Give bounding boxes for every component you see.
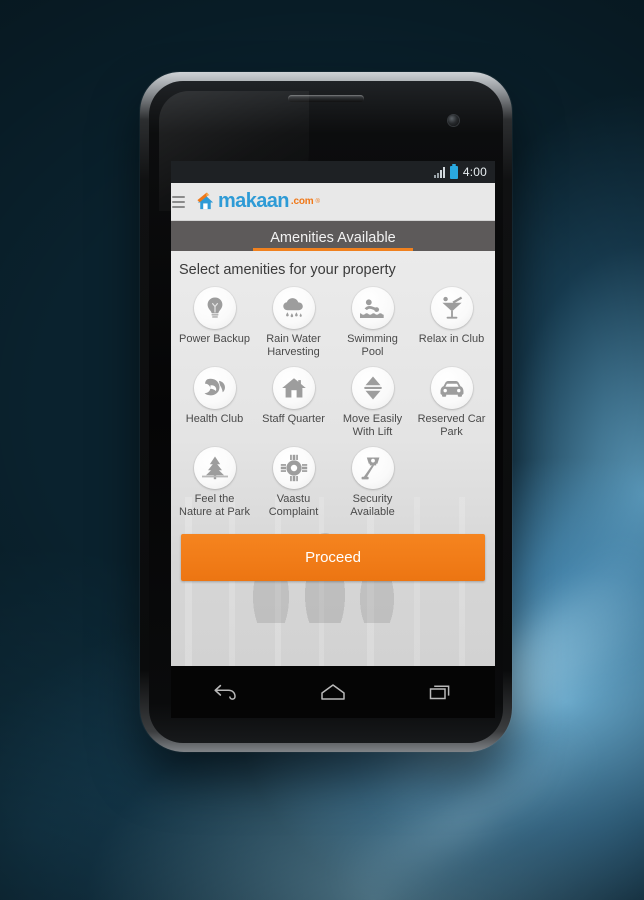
android-navigation-bar [171, 666, 495, 718]
makaan-logo-text: makaan [218, 190, 290, 212]
amenity-feel-the-nature-at-park[interactable]: Feel the Nature at Park [175, 447, 254, 518]
rain-cloud-icon [282, 298, 303, 318]
house-icon [281, 378, 306, 398]
section-heading: Select amenities for your property [179, 262, 396, 278]
android-recents-icon [429, 685, 450, 700]
android-recents-button[interactable] [418, 677, 464, 707]
phone-screen: 4:00 makaan .com ® Amenities Available S… [171, 161, 495, 666]
android-home-icon [321, 684, 345, 700]
android-back-button[interactable] [202, 677, 248, 707]
front-camera-icon [448, 115, 459, 126]
amenity-rain-water-harvesting[interactable]: Rain Water Harvesting [254, 287, 333, 358]
android-home-button[interactable] [310, 677, 356, 707]
swimmer-icon [359, 299, 384, 318]
amenity-icon-circle [272, 447, 315, 490]
amenity-icon-circle [193, 367, 236, 410]
amenity-staff-quarter[interactable]: Staff Quarter [254, 367, 333, 438]
makaan-logo[interactable]: makaan .com ® [195, 190, 320, 213]
amenities-content: Select amenities for your property Power… [171, 251, 495, 666]
amenity-icon-circle [351, 447, 394, 490]
amenity-health-club[interactable]: Health Club [175, 367, 254, 438]
amenity-power-backup[interactable]: Power Backup [175, 287, 254, 358]
battery-icon [449, 163, 458, 179]
signal-bars-icon [433, 166, 445, 178]
amenity-icon-circle [193, 447, 236, 490]
car-icon [440, 381, 463, 397]
amenity-label: Vaastu Complaint [268, 493, 319, 518]
amenity-icon-circle [351, 287, 394, 329]
wallpaper-stage: 4:00 makaan .com ® Amenities Available S… [0, 0, 644, 900]
amenities-grid: Power Backup Rain Water Harvesting Swimm… [171, 287, 495, 528]
proceed-button-container: Proceed [171, 528, 495, 581]
status-bar: 4:00 [171, 161, 495, 183]
amenity-label: Relax in Club [418, 333, 485, 345]
amenity-swimming-pool[interactable]: Swimming Pool [333, 287, 412, 358]
amenity-label: Health Club [185, 413, 244, 426]
amenity-relax-in-club[interactable]: Relax in Club [412, 287, 491, 358]
cocktail-glass-icon [441, 296, 462, 319]
phone-bezel: 4:00 makaan .com ® Amenities Available S… [149, 81, 503, 743]
makaan-house-logo-icon [197, 191, 214, 209]
makaan-logo-registered: ® [315, 198, 320, 205]
amenity-icon-circle [430, 287, 473, 329]
hamburger-menu-icon[interactable] [172, 195, 186, 208]
earpiece-speaker [288, 95, 364, 102]
amenity-icon-circle [272, 367, 315, 410]
amenity-move-easily-with-lift[interactable]: Move Easily With Lift [333, 367, 412, 438]
amenity-icon-circle [351, 367, 394, 410]
amenity-label: Security Available [350, 493, 395, 518]
proceed-button[interactable]: Proceed [181, 533, 485, 581]
amenity-vaastu-complaint[interactable]: Vaastu Complaint [254, 447, 333, 518]
amenity-icon-circle [272, 287, 315, 329]
makaan-logo-dotcom: .com [290, 196, 314, 207]
pine-tree-icon [201, 456, 228, 480]
tab-amenities-available[interactable]: Amenities Available [171, 221, 495, 251]
cctv-camera-icon [361, 457, 379, 480]
compass-directions-icon [280, 455, 307, 482]
app-brand-bar: makaan .com ® [171, 183, 495, 221]
amenity-reserved-car-park[interactable]: Reserved Car Park [412, 367, 491, 438]
phone-device-frame: 4:00 makaan .com ® Amenities Available S… [140, 72, 512, 752]
amenity-icon-circle [193, 287, 236, 329]
amenity-label: Feel the Nature at Park [179, 493, 250, 518]
amenity-label: Staff Quarter [262, 413, 325, 426]
amenity-security-available[interactable]: Security Available [333, 447, 412, 518]
elevator-arrows-icon [363, 376, 382, 400]
amenity-label: Rain Water Harvesting [266, 333, 321, 358]
lightbulb-icon [207, 297, 222, 318]
android-back-icon [214, 684, 236, 700]
amenity-label: Move Easily With Lift [342, 413, 403, 438]
amenity-label: Swimming Pool [347, 333, 398, 358]
status-bar-clock: 4:00 [462, 165, 487, 179]
amenity-icon-circle [430, 367, 473, 410]
flexed-bicep-icon [204, 378, 225, 396]
amenity-label: Reserved Car Park [417, 413, 486, 438]
amenity-label: Power Backup [179, 333, 250, 345]
